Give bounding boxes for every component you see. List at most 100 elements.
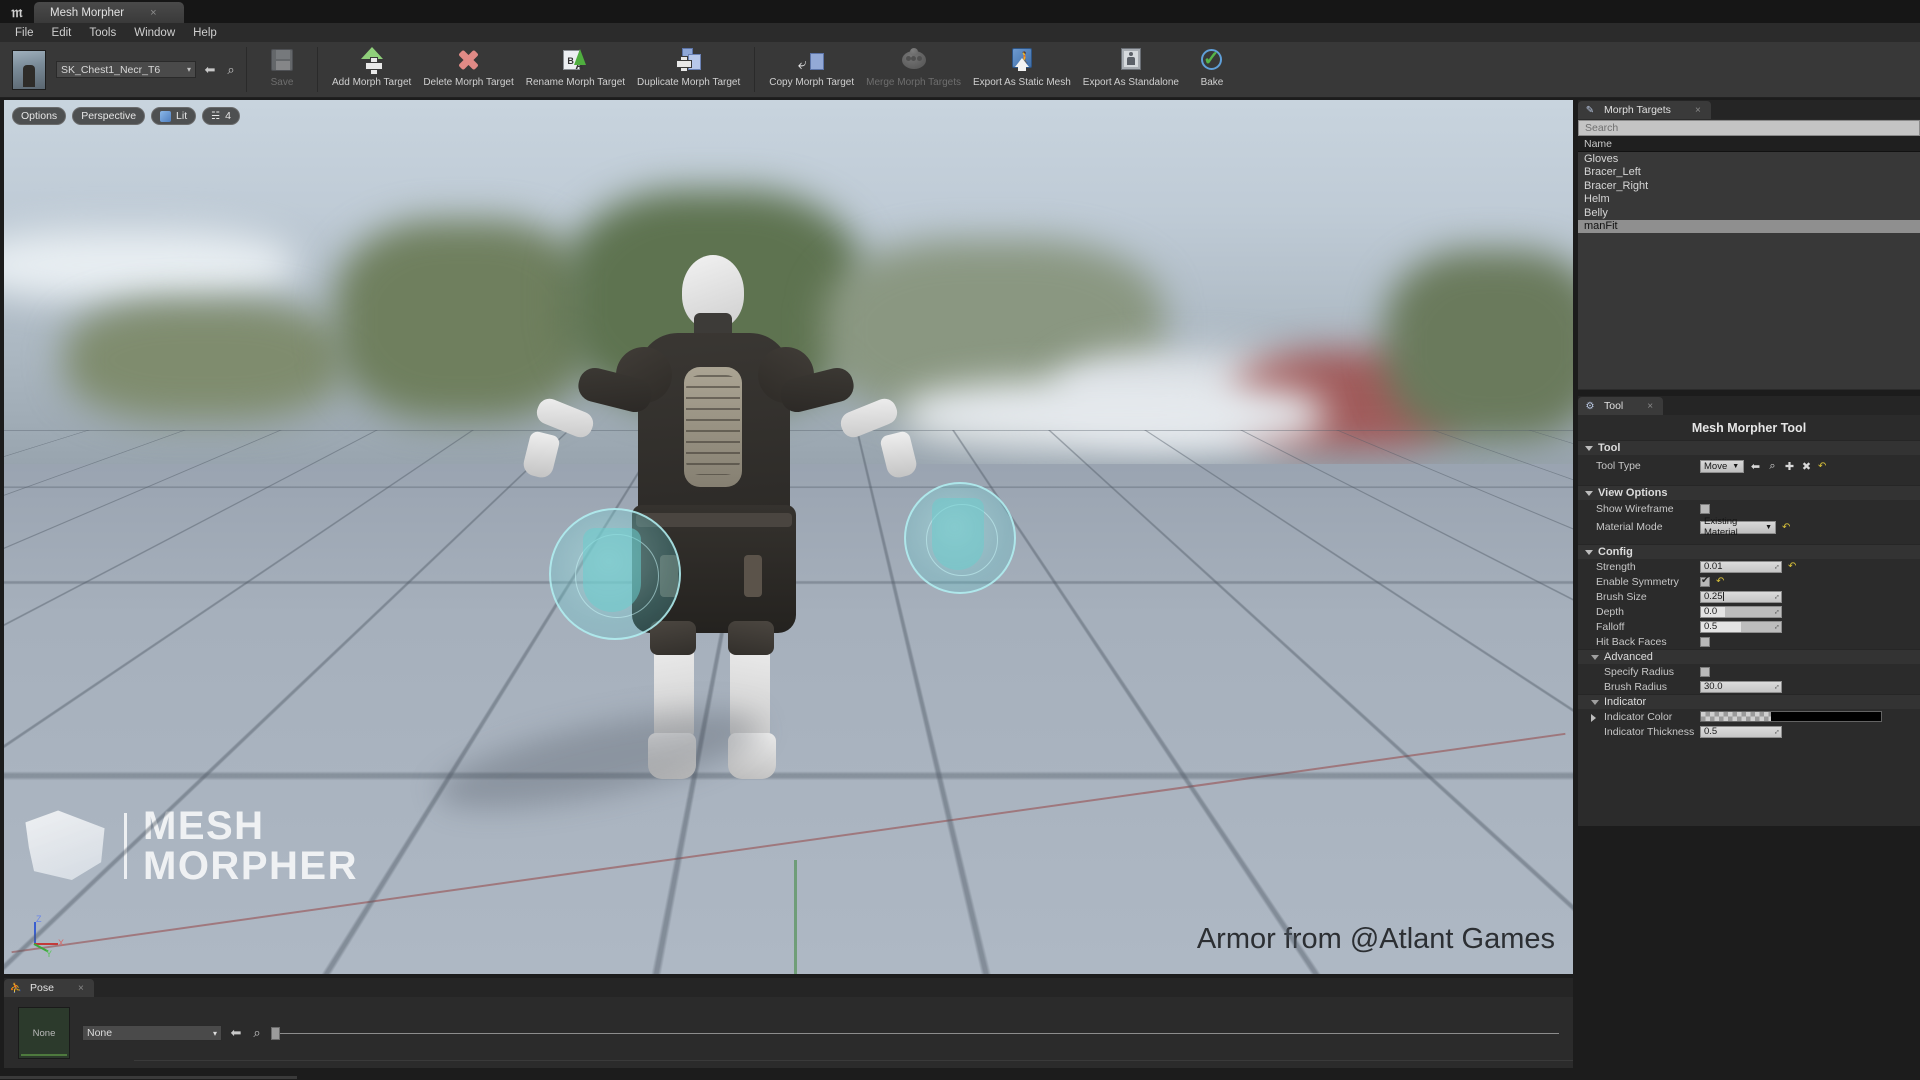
spinner-icon[interactable]: ↕ bbox=[1772, 727, 1781, 736]
hit-back-faces-checkbox[interactable] bbox=[1700, 636, 1710, 647]
export-as-static-mesh-button[interactable]: 🚶 Export As Static Mesh bbox=[967, 42, 1077, 97]
falloff-input[interactable]: 0.5 ↕ bbox=[1700, 620, 1782, 633]
list-item[interactable]: Bracer_Left bbox=[1578, 166, 1920, 180]
indicator-color-swatch[interactable] bbox=[1700, 711, 1882, 722]
menu-item-help[interactable]: Help bbox=[184, 24, 226, 41]
duplicate-morph-target-button[interactable]: Duplicate Morph Target bbox=[631, 42, 746, 97]
section-header-view-options-label: View Options bbox=[1598, 487, 1668, 499]
status-bar bbox=[0, 1070, 1920, 1080]
viewport-view-mode-button[interactable]: Lit bbox=[151, 107, 197, 125]
specify-radius-checkbox[interactable] bbox=[1700, 666, 1710, 677]
chevron-right-icon[interactable] bbox=[1591, 713, 1596, 722]
save-button[interactable]: Save bbox=[255, 42, 309, 97]
spinner-icon[interactable]: ↕ bbox=[1772, 682, 1781, 691]
window-tab-mesh-morpher[interactable]: Mesh Morpher × bbox=[34, 2, 184, 23]
section-header-advanced[interactable]: Advanced bbox=[1578, 649, 1920, 664]
status-bar-accent bbox=[0, 1076, 297, 1079]
browse-to-pose-icon[interactable]: ⬅ bbox=[229, 1025, 243, 1041]
list-item[interactable]: Bracer_Right bbox=[1578, 179, 1920, 193]
rename-morph-target-icon: BA bbox=[562, 45, 588, 75]
viewport-options-button[interactable]: Options bbox=[12, 107, 67, 125]
list-item[interactable]: Helm bbox=[1578, 193, 1920, 207]
morph-targets-search-input[interactable]: Search bbox=[1578, 120, 1920, 136]
spinner-icon[interactable]: ↕ bbox=[1772, 622, 1781, 631]
section-header-indicator[interactable]: Indicator bbox=[1578, 694, 1920, 709]
pose-asset-combo[interactable]: None ▾ bbox=[82, 1025, 222, 1041]
pose-blend-slider[interactable] bbox=[271, 1026, 1559, 1040]
list-item-selected[interactable]: manFit bbox=[1578, 219, 1920, 233]
viewport[interactable]: Options Perspective Lit ☵ 4 MESH MORPHER… bbox=[4, 100, 1573, 974]
strength-input[interactable]: 0.01 ↕ bbox=[1700, 560, 1782, 573]
depth-value: 0.0 bbox=[1704, 606, 1718, 617]
toolbar-divider bbox=[246, 47, 247, 92]
find-icon[interactable]: ⌕ bbox=[1767, 460, 1778, 473]
brush-indicator-left bbox=[549, 508, 681, 640]
asset-name-combo[interactable]: SK_Chest1_Necr_T6 ▾ bbox=[56, 61, 196, 78]
pose-thumbnail[interactable]: None bbox=[18, 1007, 70, 1059]
spinner-icon[interactable]: ↕ bbox=[1772, 562, 1781, 571]
revert-icon[interactable]: ↶ bbox=[1818, 461, 1826, 472]
merge-morph-targets-button[interactable]: Merge Morph Targets bbox=[860, 42, 967, 97]
bake-button[interactable]: ✓ Bake bbox=[1185, 42, 1239, 97]
tab-pose[interactable]: ⛹ Pose × bbox=[4, 979, 94, 997]
revert-icon[interactable]: ↶ bbox=[1788, 561, 1796, 572]
show-wireframe-checkbox[interactable] bbox=[1700, 504, 1710, 514]
menu-item-window[interactable]: Window bbox=[125, 24, 184, 41]
bg-blur-shape bbox=[1384, 250, 1573, 440]
slider-knob[interactable] bbox=[271, 1026, 280, 1040]
revert-icon[interactable]: ↶ bbox=[1716, 576, 1724, 587]
section-header-tool[interactable]: Tool bbox=[1578, 440, 1920, 455]
spinner-icon[interactable]: ↕ bbox=[1772, 607, 1781, 616]
add-icon[interactable]: ✚ bbox=[1784, 460, 1795, 473]
browse-to-asset-icon[interactable]: ⬅ bbox=[203, 62, 217, 78]
menu-item-edit[interactable]: Edit bbox=[43, 24, 81, 41]
section-header-config[interactable]: Config bbox=[1578, 544, 1920, 559]
browse-icon[interactable]: ⬅ bbox=[1750, 460, 1761, 473]
asset-thumbnail[interactable] bbox=[12, 49, 46, 90]
specify-radius-label: Specify Radius bbox=[1604, 665, 1675, 678]
morph-targets-column-header[interactable]: Name bbox=[1578, 136, 1920, 152]
delete-morph-target-button[interactable]: Delete Morph Target bbox=[417, 42, 519, 97]
list-item[interactable]: Gloves bbox=[1578, 152, 1920, 166]
viewport-camera-mode-button[interactable]: Perspective bbox=[72, 107, 146, 125]
tool-panel: ⚙ Tool × Mesh Morpher Tool Tool Tool Typ… bbox=[1578, 396, 1920, 826]
brush-radius-input[interactable]: 30.0 ↕ bbox=[1700, 680, 1782, 693]
tab-morph-targets[interactable]: ✎ Morph Targets × bbox=[1578, 101, 1711, 119]
add-morph-target-button[interactable]: Add Morph Target bbox=[326, 42, 417, 97]
morph-target-icon: ✎ bbox=[1585, 104, 1595, 116]
tool-type-combo[interactable]: Move ▼ bbox=[1700, 459, 1744, 473]
close-icon[interactable]: × bbox=[1647, 401, 1653, 412]
search-icon[interactable]: ⌕ bbox=[224, 62, 238, 78]
tab-tool-label: Tool bbox=[1604, 400, 1624, 412]
section-header-view-options[interactable]: View Options bbox=[1578, 485, 1920, 500]
brush-size-input[interactable]: 0.25 ↕ bbox=[1700, 590, 1782, 603]
menu-item-tools[interactable]: Tools bbox=[80, 24, 125, 41]
property-row-indicator-color: Indicator Color bbox=[1578, 709, 1920, 724]
copy-morph-target-button[interactable]: ⤶ Copy Morph Target bbox=[763, 42, 860, 97]
spinner-icon[interactable]: ↕ bbox=[1772, 592, 1781, 601]
depth-input[interactable]: 0.0 ↕ bbox=[1700, 605, 1782, 618]
list-item-label: Gloves bbox=[1584, 152, 1619, 165]
close-icon[interactable]: × bbox=[1695, 105, 1701, 116]
indicator-thickness-value: 0.5 bbox=[1704, 726, 1718, 737]
viewport-lighting-button[interactable]: ☵ 4 bbox=[202, 107, 240, 125]
export-as-standalone-button[interactable]: Export As Standalone bbox=[1077, 42, 1185, 97]
indicator-thickness-input[interactable]: 0.5 ↕ bbox=[1700, 725, 1782, 738]
search-icon[interactable]: ⌕ bbox=[250, 1025, 264, 1041]
rename-morph-target-button[interactable]: BA Rename Morph Target bbox=[520, 42, 631, 97]
close-icon[interactable]: × bbox=[78, 983, 84, 994]
enable-symmetry-checkbox[interactable] bbox=[1700, 575, 1710, 587]
list-item[interactable]: Belly bbox=[1578, 206, 1920, 220]
asset-selector-row: SK_Chest1_Necr_T6 ▾ ⬅ ⌕ bbox=[46, 42, 238, 97]
indicator-thickness-label: Indicator Thickness bbox=[1604, 725, 1695, 738]
revert-icon[interactable]: ↶ bbox=[1782, 522, 1790, 533]
morph-targets-list[interactable]: Gloves Bracer_Left Bracer_Right Helm Bel… bbox=[1578, 152, 1920, 269]
delete-icon[interactable]: ✖ bbox=[1801, 460, 1812, 473]
tool-panel-title: Mesh Morpher Tool bbox=[1691, 421, 1807, 435]
property-row-brush-radius: Brush Radius 30.0 ↕ bbox=[1578, 679, 1920, 694]
chevron-down-icon bbox=[1591, 699, 1599, 705]
material-mode-combo[interactable]: Existing Material ▼ bbox=[1700, 516, 1776, 538]
tab-tool[interactable]: ⚙ Tool × bbox=[1578, 397, 1664, 415]
menu-item-file[interactable]: File bbox=[6, 24, 43, 41]
close-icon[interactable]: × bbox=[150, 7, 156, 19]
